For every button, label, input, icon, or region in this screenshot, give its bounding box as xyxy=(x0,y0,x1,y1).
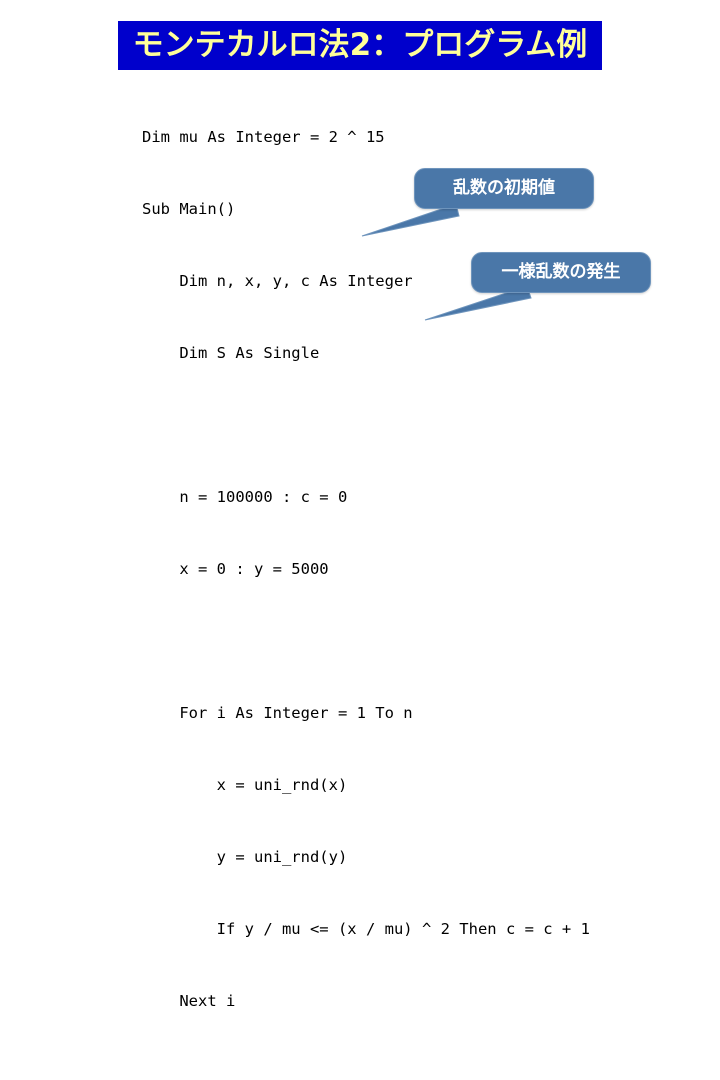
code-line: x = uni_rnd(x) xyxy=(142,776,348,794)
code-line: x = 0 : y = 5000 xyxy=(142,560,329,578)
code-line: For i As Integer = 1 To n xyxy=(142,704,413,722)
callout-random-seed-text: 乱数の初期値 xyxy=(453,178,555,198)
callout-uniform-random-text: 一様乱数の発生 xyxy=(501,262,621,282)
slide-title-banner: モンテカルロ法2：プログラム例 xyxy=(118,21,602,70)
slide-title-text: モンテカルロ法2：プログラム例 xyxy=(132,27,588,63)
code-line: If y / mu <= (x / mu) ^ 2 Then c = c + 1 xyxy=(142,920,590,938)
code-line: Next i xyxy=(142,992,236,1010)
code-line: n = 100000 : c = 0 xyxy=(142,488,348,506)
code-line: Dim mu As Integer = 2 ^ 15 xyxy=(142,128,385,146)
callout-random-seed: 乱数の初期値 xyxy=(414,168,594,209)
code-line: Dim S As Single xyxy=(142,344,320,362)
code-line: y = uni_rnd(y) xyxy=(142,848,348,866)
slide-canvas: モンテカルロ法2：プログラム例 Dim mu As Integer = 2 ^ … xyxy=(0,0,720,1010)
callout-uniform-random: 一様乱数の発生 xyxy=(471,252,651,293)
